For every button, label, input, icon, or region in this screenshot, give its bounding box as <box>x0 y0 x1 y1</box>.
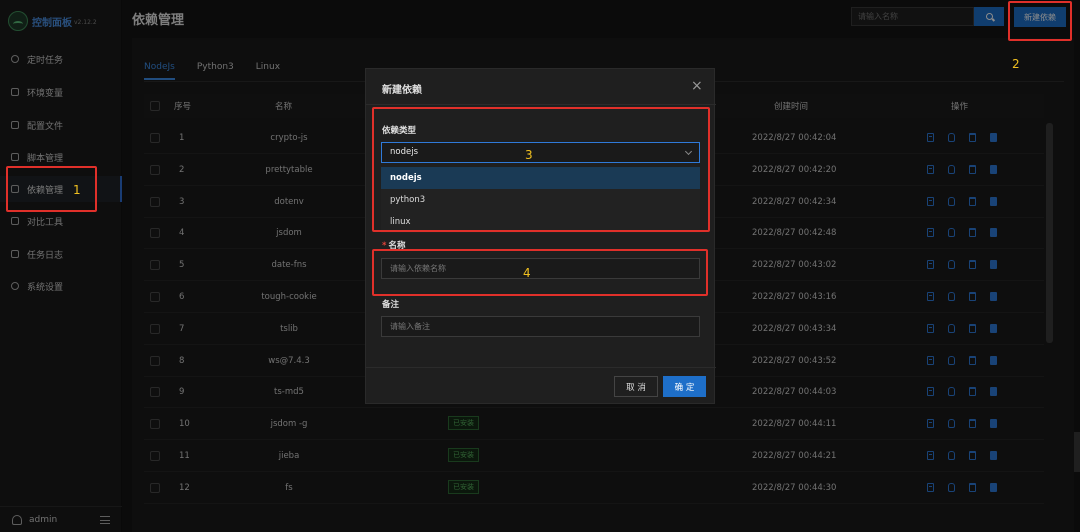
modal-header: 新建依赖 × <box>366 69 716 105</box>
close-icon[interactable]: × <box>691 79 703 93</box>
annotation-box-4 <box>372 249 708 296</box>
annotation-number-1: 1 <box>73 183 81 197</box>
annotation-number-4: 4 <box>523 266 531 280</box>
remark-label: 备注 <box>382 300 400 310</box>
annotation-box-2 <box>1008 1 1072 41</box>
annotation-box-1 <box>6 166 97 212</box>
annotation-number-3: 3 <box>525 148 533 162</box>
annotation-number-2: 2 <box>1012 57 1020 71</box>
modal-footer-divider <box>366 367 716 368</box>
annotation-box-3 <box>372 107 710 232</box>
cancel-button[interactable]: 取 消 <box>614 376 658 397</box>
modal-title: 新建依赖 <box>382 85 422 96</box>
remark-input[interactable] <box>381 316 700 337</box>
confirm-button[interactable]: 确 定 <box>663 376 706 397</box>
